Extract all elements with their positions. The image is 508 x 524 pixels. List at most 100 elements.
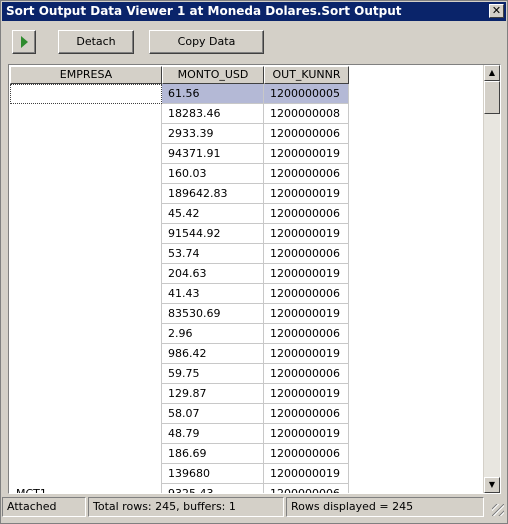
table-cell[interactable]: 61.56 bbox=[162, 84, 264, 104]
table-cell[interactable] bbox=[10, 304, 162, 324]
table-cell[interactable] bbox=[10, 184, 162, 204]
table-row[interactable]: MCT1 9325.43 1200000006 bbox=[10, 484, 484, 493]
table-row[interactable]: 48.79 1200000019 bbox=[10, 424, 484, 444]
table-row[interactable]: 204.63 1200000019 bbox=[10, 264, 484, 284]
table-cell[interactable] bbox=[10, 404, 162, 424]
table-row[interactable]: 186.69 1200000006 bbox=[10, 444, 484, 464]
window-title-bar[interactable]: Sort Output Data Viewer 1 at Moneda Dola… bbox=[2, 2, 506, 21]
table-cell[interactable]: 1200000019 bbox=[264, 144, 349, 164]
table-cell[interactable]: 1200000006 bbox=[264, 404, 349, 424]
table-cell[interactable]: 1200000019 bbox=[264, 224, 349, 244]
table-row[interactable]: 18283.46 1200000008 bbox=[10, 104, 484, 124]
table-row[interactable]: 160.03 1200000006 bbox=[10, 164, 484, 184]
table-row[interactable]: 986.42 1200000019 bbox=[10, 344, 484, 364]
table-cell[interactable]: 1200000019 bbox=[264, 464, 349, 484]
table-cell[interactable]: 1200000019 bbox=[264, 304, 349, 324]
table-cell[interactable] bbox=[10, 324, 162, 344]
table-cell[interactable]: 160.03 bbox=[162, 164, 264, 184]
resize-grip[interactable] bbox=[492, 504, 504, 516]
table-row[interactable]: 58.07 1200000006 bbox=[10, 404, 484, 424]
table-cell[interactable]: 189642.83 bbox=[162, 184, 264, 204]
table-cell[interactable]: 129.87 bbox=[162, 384, 264, 404]
table-cell[interactable]: 1200000019 bbox=[264, 384, 349, 404]
table-cell[interactable]: 186.69 bbox=[162, 444, 264, 464]
scroll-down-button[interactable]: ▼ bbox=[484, 477, 500, 493]
column-header-out-kunnr[interactable]: OUT_KUNNR bbox=[264, 66, 349, 84]
table-cell[interactable] bbox=[10, 244, 162, 264]
table-cell[interactable] bbox=[10, 144, 162, 164]
table-cell[interactable]: 1200000019 bbox=[264, 184, 349, 204]
table-cell[interactable]: 2.96 bbox=[162, 324, 264, 344]
table-row[interactable]: 189642.83 1200000019 bbox=[10, 184, 484, 204]
table-cell[interactable]: 1200000006 bbox=[264, 444, 349, 464]
table-cell[interactable]: 1200000019 bbox=[264, 344, 349, 364]
table-cell[interactable]: 59.75 bbox=[162, 364, 264, 384]
scroll-thumb[interactable] bbox=[484, 81, 500, 114]
table-cell[interactable]: 1200000019 bbox=[264, 264, 349, 284]
table-cell[interactable] bbox=[10, 124, 162, 144]
table-cell[interactable]: 1200000006 bbox=[264, 204, 349, 224]
table-cell[interactable]: 48.79 bbox=[162, 424, 264, 444]
table-cell[interactable]: 9325.43 bbox=[162, 484, 264, 493]
vertical-scrollbar[interactable]: ▲ ▼ bbox=[483, 65, 500, 493]
table-row[interactable]: 91544.92 1200000019 bbox=[10, 224, 484, 244]
table-cell[interactable] bbox=[10, 424, 162, 444]
table-cell[interactable] bbox=[10, 284, 162, 304]
table-row[interactable]: 129.87 1200000019 bbox=[10, 384, 484, 404]
table-cell[interactable]: 2933.39 bbox=[162, 124, 264, 144]
table-row[interactable]: 94371.91 1200000019 bbox=[10, 144, 484, 164]
table-row[interactable]: 41.43 1200000006 bbox=[10, 284, 484, 304]
table-cell[interactable] bbox=[10, 104, 162, 124]
table-cell[interactable]: 1200000006 bbox=[264, 284, 349, 304]
table-cell[interactable]: 1200000008 bbox=[264, 104, 349, 124]
table-row[interactable]: 53.74 1200000006 bbox=[10, 244, 484, 264]
table-cell[interactable]: 1200000006 bbox=[264, 124, 349, 144]
table-cell[interactable]: 58.07 bbox=[162, 404, 264, 424]
table-row[interactable]: 61.56 1200000005 bbox=[10, 84, 484, 104]
table-cell[interactable]: 45.42 bbox=[162, 204, 264, 224]
table-cell[interactable] bbox=[10, 224, 162, 244]
column-header-monto-usd[interactable]: MONTO_USD bbox=[162, 66, 264, 84]
table-row[interactable]: 139680 1200000019 bbox=[10, 464, 484, 484]
grid-rows: 61.56 1200000005 18283.46 1200000008 2933.39… bbox=[10, 84, 484, 493]
play-button[interactable] bbox=[12, 30, 36, 54]
table-cell[interactable]: 91544.92 bbox=[162, 224, 264, 244]
table-row[interactable]: 83530.69 1200000019 bbox=[10, 304, 484, 324]
copy-data-button[interactable]: Copy Data bbox=[149, 30, 264, 54]
table-cell[interactable]: 53.74 bbox=[162, 244, 264, 264]
table-cell[interactable]: 1200000005 bbox=[264, 84, 349, 104]
table-cell[interactable]: 986.42 bbox=[162, 344, 264, 364]
window-title: Sort Output Data Viewer 1 at Moneda Dola… bbox=[6, 4, 402, 18]
table-cell[interactable] bbox=[10, 464, 162, 484]
table-cell[interactable] bbox=[10, 264, 162, 284]
table-cell[interactable]: 1200000006 bbox=[264, 324, 349, 344]
table-cell[interactable] bbox=[10, 364, 162, 384]
table-cell[interactable]: 1200000006 bbox=[264, 164, 349, 184]
table-cell[interactable]: 94371.91 bbox=[162, 144, 264, 164]
table-cell[interactable]: 1200000006 bbox=[264, 244, 349, 264]
table-cell[interactable]: 1200000006 bbox=[264, 484, 349, 493]
table-cell[interactable] bbox=[10, 444, 162, 464]
table-cell[interactable] bbox=[10, 164, 162, 184]
table-cell[interactable]: 41.43 bbox=[162, 284, 264, 304]
table-cell[interactable]: 139680 bbox=[162, 464, 264, 484]
table-cell[interactable]: 18283.46 bbox=[162, 104, 264, 124]
detach-button[interactable]: Detach bbox=[58, 30, 134, 54]
close-button[interactable]: ✕ bbox=[489, 4, 504, 18]
table-row[interactable]: 59.75 1200000006 bbox=[10, 364, 484, 384]
table-cell[interactable] bbox=[10, 344, 162, 364]
table-cell[interactable] bbox=[10, 84, 162, 104]
table-cell[interactable] bbox=[10, 384, 162, 404]
scroll-up-button[interactable]: ▲ bbox=[484, 65, 500, 81]
table-cell[interactable] bbox=[10, 204, 162, 224]
column-header-empresa[interactable]: EMPRESA bbox=[10, 66, 162, 84]
table-row[interactable]: 2.96 1200000006 bbox=[10, 324, 484, 344]
table-cell[interactable]: MCT1 bbox=[10, 484, 162, 493]
toolbar: Detach Copy Data bbox=[2, 22, 506, 62]
table-cell[interactable]: 204.63 bbox=[162, 264, 264, 284]
table-cell[interactable]: 83530.69 bbox=[162, 304, 264, 324]
table-row[interactable]: 45.42 1200000006 bbox=[10, 204, 484, 224]
table-cell[interactable]: 1200000019 bbox=[264, 424, 349, 444]
table-row[interactable]: 2933.39 1200000006 bbox=[10, 124, 484, 144]
table-cell[interactable]: 1200000006 bbox=[264, 364, 349, 384]
